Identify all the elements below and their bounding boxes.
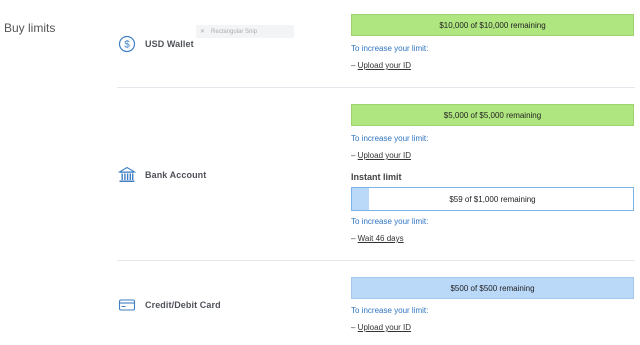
section-title: Buy limits [4, 21, 56, 35]
action-dash: – [351, 151, 358, 160]
method-name: Bank Account [145, 170, 207, 180]
limit-text: $10,000 of $10,000 remaining [439, 20, 546, 30]
upload-id-link[interactable]: Upload your ID [358, 61, 411, 70]
bank-icon [118, 166, 136, 184]
method-bank-account: Bank Account [118, 166, 206, 184]
increase-limit-hint: To increase your limit: [351, 44, 429, 53]
method-usd-wallet: $ USD Wallet [118, 35, 194, 53]
increase-limit-action: – Wait 46 days [351, 234, 404, 243]
action-dash: – [351, 323, 358, 332]
increase-limit-action: – Upload your ID [351, 61, 411, 70]
instant-limit-bar: $59 of $1,000 remaining [351, 187, 634, 211]
action-dash: – [351, 234, 358, 243]
upload-id-link[interactable]: Upload your ID [358, 151, 411, 160]
action-dash: – [351, 61, 358, 70]
increase-limit-action: – Upload your ID [351, 323, 411, 332]
limit-text: $59 of $1,000 remaining [449, 194, 536, 204]
credit-card-icon [118, 296, 136, 314]
usd-wallet-limit-bar: $10,000 of $10,000 remaining [351, 14, 634, 36]
svg-text:$: $ [124, 40, 130, 51]
increase-limit-hint: To increase your limit: [351, 217, 429, 226]
snip-tooltip: ✕ Rectangular Snip [196, 25, 294, 38]
method-credit-debit-card: Credit/Debit Card [118, 296, 221, 314]
dollar-circle-icon: $ [118, 35, 136, 53]
card-limit-bar: $500 of $500 remaining [351, 277, 634, 299]
method-name: USD Wallet [145, 39, 194, 49]
instant-limit-title: Instant limit [351, 172, 402, 182]
limit-text: $5,000 of $5,000 remaining [443, 110, 542, 120]
instant-limit-fill [352, 188, 369, 210]
bank-account-limit-bar: $5,000 of $5,000 remaining [351, 104, 634, 126]
upload-id-link[interactable]: Upload your ID [358, 323, 411, 332]
close-icon[interactable]: ✕ [200, 28, 205, 35]
row-divider [117, 87, 635, 88]
increase-limit-hint: To increase your limit: [351, 306, 429, 315]
limit-text: $500 of $500 remaining [450, 283, 535, 293]
increase-limit-hint: To increase your limit: [351, 134, 429, 143]
increase-limit-action: – Upload your ID [351, 151, 411, 160]
row-divider [117, 260, 635, 261]
wait-days-link[interactable]: Wait 46 days [358, 234, 404, 243]
tooltip-label: Rectangular Snip [211, 28, 258, 35]
method-name: Credit/Debit Card [145, 300, 221, 310]
